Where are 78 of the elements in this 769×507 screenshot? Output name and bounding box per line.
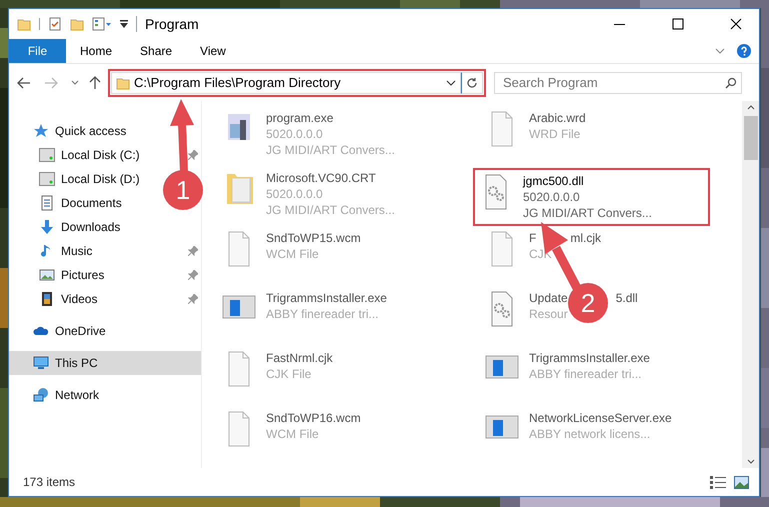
file-detail: JG MIDI/ART Convers... xyxy=(266,202,395,218)
scroll-up-icon[interactable] xyxy=(746,105,754,110)
file-name: SndToWP16.wcm xyxy=(266,410,361,426)
scroll-down-icon[interactable] xyxy=(746,459,754,464)
drive-icon xyxy=(39,147,55,163)
file-detail: ABBY network licens... xyxy=(529,426,652,442)
download-arrow-icon xyxy=(39,219,55,235)
up-arrow-icon[interactable] xyxy=(89,76,101,90)
file-detail: ABBY finereader tri... xyxy=(529,366,642,382)
folder-icon xyxy=(116,76,130,90)
monitor-icon xyxy=(33,355,49,371)
file-name: TrigrammsInstaller.exe xyxy=(266,290,387,306)
file-detail: JG MIDI/ART Convers... xyxy=(523,205,652,221)
address-path: C:\Program Files\Program Directory xyxy=(134,74,342,92)
picture-icon xyxy=(39,267,55,283)
file-name: FastNrml.cjk xyxy=(266,350,333,366)
pin-icon[interactable] xyxy=(188,150,198,160)
pin-icon[interactable] xyxy=(188,294,198,304)
file-detail: WCM File xyxy=(266,426,320,442)
file-detail: WCM File xyxy=(266,246,320,262)
pin-icon[interactable] xyxy=(188,246,198,256)
film-icon xyxy=(39,291,55,307)
sidebar-item[interactable]: Videos xyxy=(9,287,102,311)
file-detail: Resour xyxy=(529,306,569,322)
file-name: Microsoft.VC90.CRT xyxy=(266,170,377,186)
sidebar-item[interactable]: Quick access xyxy=(9,119,130,143)
file-detail: ABBY finereader tri... xyxy=(266,306,380,322)
file-name: TrigrammsInstaller.exe xyxy=(529,350,650,366)
ribbon-tab[interactable]: Home xyxy=(66,39,126,63)
caret-icon[interactable] xyxy=(120,19,128,29)
refresh-button[interactable] xyxy=(461,72,483,94)
file-name: NetworkLicenseServer.exe xyxy=(529,410,672,426)
sidebar-item[interactable]: OneDrive xyxy=(9,319,110,343)
file-name: ml.cjk xyxy=(570,230,602,246)
properties-icon[interactable] xyxy=(92,17,112,31)
file-detail: 5020.0.0.0 xyxy=(266,186,324,202)
chevron-down-icon[interactable] xyxy=(446,80,456,86)
file-name: jgmc500.dll xyxy=(523,173,585,189)
file-detail: WRD File xyxy=(529,126,582,142)
sidebar-item[interactable]: Local Disk (D:) xyxy=(9,167,144,191)
checklist-icon[interactable] xyxy=(48,17,62,31)
sidebar-item[interactable]: Network xyxy=(9,383,104,407)
window-title: Program xyxy=(145,14,199,34)
file-menu-button[interactable]: File xyxy=(9,39,66,63)
file-detail: 5020.0.0.0 xyxy=(523,189,581,205)
file-name: 5.dll xyxy=(616,290,638,306)
document-icon xyxy=(39,195,55,211)
refresh-icon xyxy=(466,76,478,88)
file-name: SndToWP15.wcm xyxy=(266,230,361,246)
file-detail: CJK File xyxy=(266,366,312,382)
item-count: 173 items xyxy=(23,474,76,491)
file-name: Arabic.wrd xyxy=(529,110,586,126)
scroll-thumb[interactable] xyxy=(744,116,758,160)
close-icon[interactable] xyxy=(730,18,742,30)
file-name: F xyxy=(529,230,536,246)
sidebar-item[interactable]: Pictures xyxy=(9,263,108,287)
network-icon xyxy=(33,387,49,403)
file-detail: 5020.0.0.0 xyxy=(266,126,324,142)
file-name: program.exe xyxy=(266,110,334,126)
back-arrow-icon[interactable] xyxy=(17,76,31,88)
scrollbar[interactable] xyxy=(742,101,759,468)
sidebar-item[interactable]: Local Disk (C:) xyxy=(9,143,144,167)
large-icons-view-icon[interactable] xyxy=(734,476,749,488)
sidebar-item[interactable]: Music xyxy=(9,239,96,263)
maximize-icon[interactable] xyxy=(672,18,684,30)
star-icon xyxy=(33,123,49,139)
sidebar-item[interactable]: This PC xyxy=(9,351,201,375)
drive-icon xyxy=(39,171,55,187)
address-bar[interactable]: C:\Program Files\Program Directory xyxy=(111,72,461,94)
pin-icon[interactable] xyxy=(188,270,198,280)
ribbon-tab[interactable]: Share xyxy=(126,39,186,63)
help-icon[interactable] xyxy=(737,44,751,58)
file-name: Update xyxy=(529,290,568,306)
sidebar-item[interactable]: Documents xyxy=(9,191,126,215)
file-detail: JG MIDI/ART Convers... xyxy=(266,142,395,158)
sidebar-item[interactable]: Downloads xyxy=(9,215,124,239)
ribbon-tab[interactable]: View xyxy=(186,39,240,63)
details-view-icon[interactable] xyxy=(710,475,726,489)
